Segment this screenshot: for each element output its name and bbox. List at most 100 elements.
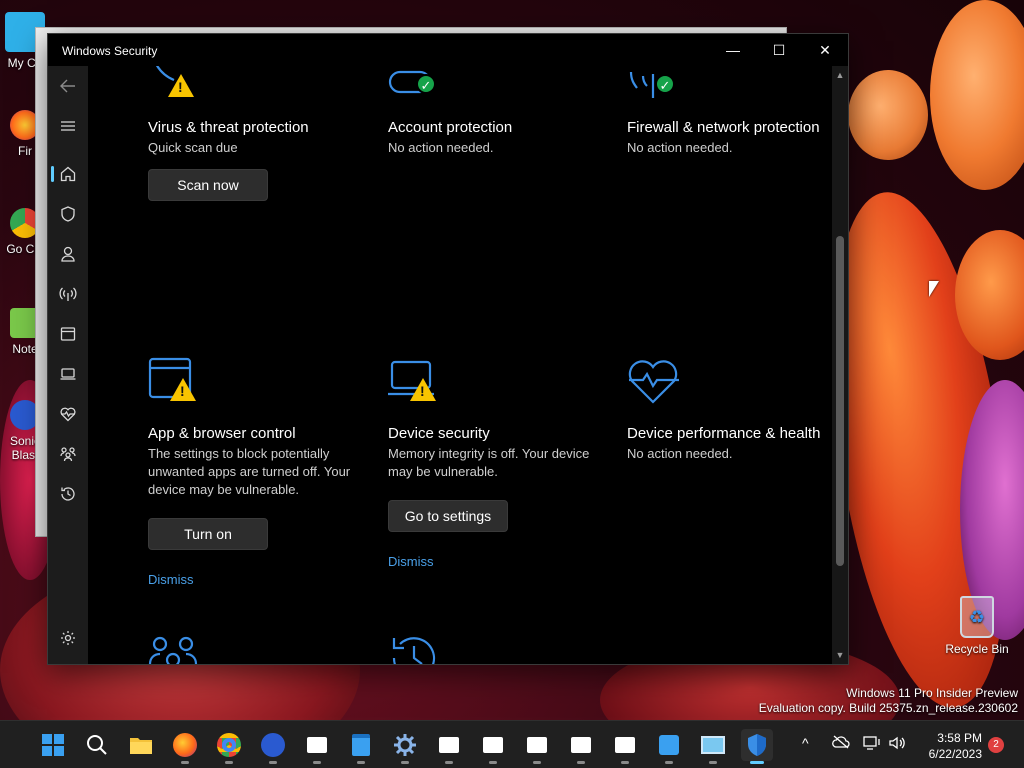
back-arrow-icon bbox=[60, 79, 75, 93]
tile-title: Device security bbox=[388, 425, 490, 442]
taskbar-app-8[interactable] bbox=[697, 729, 729, 764]
wallpaper-shape bbox=[930, 0, 1024, 190]
maximize-button[interactable]: ☐ bbox=[756, 34, 802, 66]
person-icon bbox=[61, 246, 75, 262]
taskbar-windows-security[interactable] bbox=[741, 729, 773, 764]
nav-item-family[interactable] bbox=[48, 436, 88, 472]
nav-item-device-health[interactable] bbox=[48, 396, 88, 432]
laptop-icon: ! bbox=[388, 356, 444, 406]
recycle-bin-icon: ♻ bbox=[960, 596, 994, 638]
account-protection-icon: ✓ bbox=[388, 66, 444, 100]
windows-security-window: Windows Security — ☐ ✕ ! Virus & threat … bbox=[47, 33, 849, 665]
desktop-icon-label: Note bbox=[12, 342, 38, 356]
turn-on-button[interactable]: Turn on bbox=[148, 518, 268, 550]
tile-app-browser-control[interactable]: ! App & browser control The settings to … bbox=[148, 356, 358, 587]
desktop-icon-recycle-bin[interactable]: ♻ Recycle Bin bbox=[942, 596, 1012, 656]
nav-item-account[interactable] bbox=[48, 236, 88, 272]
home-icon bbox=[60, 166, 76, 182]
recycle-bin-label: Recycle Bin bbox=[945, 642, 1009, 656]
taskbar-app-4[interactable] bbox=[521, 729, 553, 764]
clock-date: 6/22/2023 bbox=[928, 747, 982, 761]
tile-title: Device performance & health bbox=[627, 425, 821, 442]
taskbar-app-7[interactable] bbox=[653, 729, 685, 764]
nav-item-home[interactable] bbox=[48, 156, 88, 192]
tile-firewall-network[interactable]: ✓ Firewall & network protection No actio… bbox=[627, 66, 832, 157]
back-button[interactable] bbox=[48, 68, 88, 104]
minimize-button[interactable]: — bbox=[710, 34, 756, 66]
taskbar-search-button[interactable] bbox=[81, 729, 113, 761]
nav-item-history[interactable] bbox=[48, 476, 88, 512]
tile-title: Account protection bbox=[388, 119, 513, 136]
dismiss-link[interactable]: Dismiss bbox=[388, 554, 598, 569]
dismiss-link[interactable]: Dismiss bbox=[148, 572, 358, 587]
notification-badge[interactable]: 2 bbox=[988, 737, 1004, 753]
taskbar-app-3[interactable] bbox=[477, 729, 509, 764]
laptop-icon bbox=[60, 368, 76, 380]
antenna-icon bbox=[59, 287, 77, 301]
start-button[interactable] bbox=[37, 729, 69, 761]
go-to-settings-button[interactable]: Go to settings bbox=[388, 500, 508, 532]
taskbar-app-2[interactable] bbox=[433, 729, 465, 764]
browser-window-icon: ! bbox=[148, 356, 204, 406]
windows-logo-icon bbox=[42, 734, 64, 756]
chrome-icon bbox=[217, 733, 241, 757]
tray-network-icon[interactable] bbox=[863, 735, 881, 754]
warning-badge-icon: ! bbox=[170, 378, 196, 401]
sonic-icon bbox=[261, 733, 285, 757]
pixel-critter-icon bbox=[571, 737, 591, 753]
taskbar-app-5[interactable] bbox=[565, 729, 597, 764]
taskbar-app-6[interactable] bbox=[609, 729, 641, 764]
taskbar-firefox[interactable] bbox=[169, 729, 201, 764]
taskbar-clock[interactable]: 3:58 PM 6/22/2023 bbox=[918, 730, 982, 762]
folder-icon bbox=[130, 738, 152, 754]
history-icon bbox=[388, 634, 444, 664]
nav-item-virus-threat[interactable] bbox=[48, 196, 88, 232]
nav-item-app-browser[interactable] bbox=[48, 316, 88, 352]
clock-time: 3:58 PM bbox=[937, 731, 982, 745]
family-icon bbox=[60, 447, 76, 462]
menu-button[interactable] bbox=[48, 108, 88, 144]
title-bar[interactable]: Windows Security — ☐ ✕ bbox=[48, 34, 848, 66]
vertical-scrollbar[interactable]: ▲ ▼ bbox=[832, 66, 848, 664]
watermark-line: Evaluation copy. Build 25375.zn_release.… bbox=[758, 701, 1018, 715]
warning-badge-icon: ! bbox=[410, 378, 436, 401]
watermark-line: Windows 11 Pro Insider Preview bbox=[846, 686, 1018, 700]
gear-icon bbox=[61, 631, 75, 645]
tile-family-options[interactable] bbox=[148, 634, 358, 664]
firewall-antenna-icon: ✓ bbox=[627, 66, 683, 100]
tray-cloud-icon[interactable] bbox=[832, 735, 850, 752]
nav-item-firewall[interactable] bbox=[48, 276, 88, 312]
tile-status: No action needed. bbox=[627, 446, 733, 461]
security-dashboard: ! Virus & threat protection Quick scan d… bbox=[88, 66, 832, 664]
scan-now-button[interactable]: Scan now bbox=[148, 169, 268, 201]
tile-virus-threat[interactable]: ! Virus & threat protection Quick scan d… bbox=[148, 66, 358, 201]
tile-device-performance[interactable]: Device performance & health No action ne… bbox=[627, 356, 832, 463]
pixel-critter-icon bbox=[439, 737, 459, 753]
taskbar-file-explorer[interactable] bbox=[125, 729, 157, 761]
close-button[interactable]: ✕ bbox=[802, 34, 848, 66]
scroll-down-arrow-icon[interactable]: ▼ bbox=[832, 648, 848, 662]
tile-device-security[interactable]: ! Device security Memory integrity is of… bbox=[388, 356, 598, 569]
tile-account-protection[interactable]: ✓ Account protection No action needed. bbox=[388, 66, 598, 157]
tile-title: Virus & threat protection bbox=[148, 119, 309, 136]
notepad-icon bbox=[352, 734, 370, 756]
taskbar-settings[interactable] bbox=[389, 729, 421, 764]
taskbar-sonic[interactable] bbox=[257, 729, 289, 764]
taskbar-chrome[interactable] bbox=[213, 729, 245, 764]
virus-shield-icon: ! bbox=[148, 66, 204, 100]
scroll-up-arrow-icon[interactable]: ▲ bbox=[832, 68, 848, 82]
navigation-rail bbox=[48, 66, 88, 664]
mouse-cursor-icon bbox=[929, 281, 939, 297]
tray-volume-icon[interactable] bbox=[888, 735, 906, 754]
tile-protection-history[interactable] bbox=[388, 634, 598, 664]
tile-status: Quick scan due bbox=[148, 140, 238, 155]
pixel-critter-icon bbox=[483, 737, 503, 753]
tray-overflow-chevron[interactable]: ^ bbox=[802, 735, 809, 751]
taskbar-app-1[interactable] bbox=[301, 729, 333, 764]
taskbar-notepad[interactable] bbox=[345, 729, 377, 764]
nav-item-device-security[interactable] bbox=[48, 356, 88, 392]
wallpaper-shape bbox=[848, 70, 928, 160]
nav-item-settings[interactable] bbox=[48, 620, 88, 656]
window-title: Windows Security bbox=[62, 44, 158, 58]
scroll-thumb[interactable] bbox=[836, 236, 844, 566]
